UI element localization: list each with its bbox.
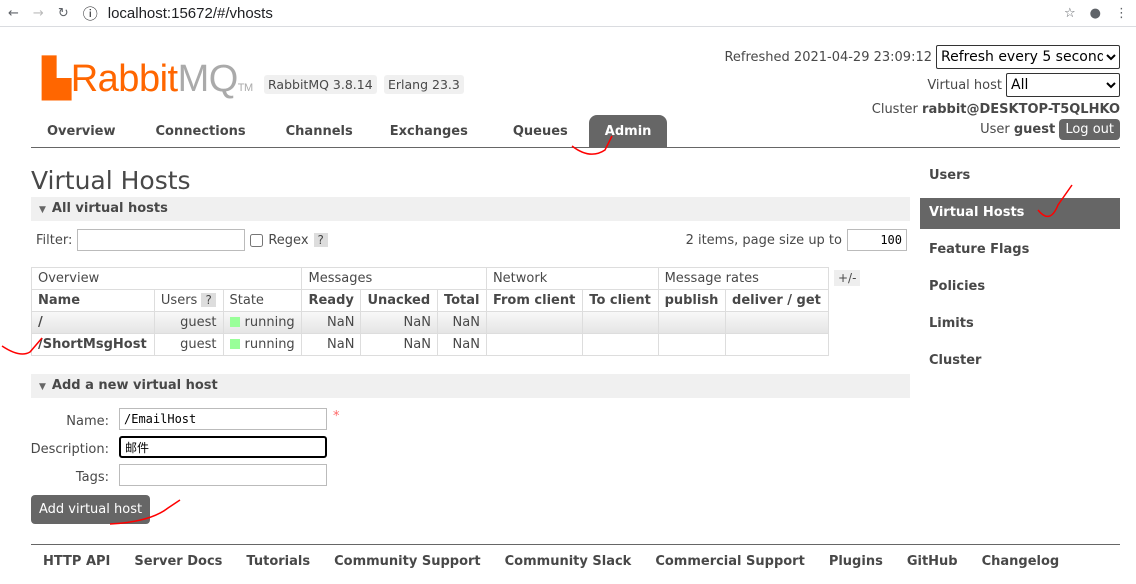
name-input[interactable] xyxy=(119,408,327,430)
sidebar-item-policies[interactable]: Policies xyxy=(920,272,1120,303)
col-name[interactable]: Name xyxy=(31,289,155,312)
tab-overview[interactable]: Overview xyxy=(31,115,132,147)
tags-input[interactable] xyxy=(119,464,327,486)
users-cell: guest xyxy=(153,311,224,334)
footer-community-slack[interactable]: Community Slack xyxy=(493,554,644,569)
col-state: State xyxy=(222,289,303,312)
filter-label: Filter: xyxy=(36,232,73,248)
columns-toggle-button[interactable]: +/- xyxy=(834,270,861,286)
col-to-client[interactable]: To client xyxy=(582,289,659,312)
reload-icon[interactable]: ↻ xyxy=(58,6,69,21)
running-indicator-icon xyxy=(229,317,240,327)
col-ready[interactable]: Ready xyxy=(301,289,362,312)
col-from-client[interactable]: From client xyxy=(485,289,584,312)
vhost-select[interactable]: All xyxy=(1006,73,1120,97)
ready-cell: NaN xyxy=(301,333,362,356)
collapse-triangle-icon: ▼ xyxy=(39,205,46,215)
version-badge: RabbitMQ 3.8.14 xyxy=(264,75,377,94)
sidebar-item-feature-flags[interactable]: Feature Flags xyxy=(920,235,1120,266)
regex-label: Regex xyxy=(268,232,309,248)
table-row[interactable]: /ShortMsgHost guest running NaN NaN NaN xyxy=(31,333,829,356)
url-text[interactable]: localhost:15672/#/vhosts xyxy=(108,5,273,22)
vhost-link[interactable]: / xyxy=(38,315,43,330)
regex-help[interactable]: ? xyxy=(313,233,328,247)
unacked-cell: NaN xyxy=(360,333,438,356)
star-icon[interactable]: ☆ xyxy=(1064,6,1076,21)
all-vhosts-section-header[interactable]: ▼ All virtual hosts xyxy=(31,197,910,221)
users-help[interactable]: ? xyxy=(201,293,216,307)
total-cell: NaN xyxy=(436,333,487,356)
tab-connections[interactable]: Connections xyxy=(140,115,262,147)
sidebar-item-cluster[interactable]: Cluster xyxy=(920,346,1120,377)
rabbitmq-logo: ▙RabbitMQTM xyxy=(42,58,253,100)
tab-admin[interactable]: Admin xyxy=(588,115,668,147)
vhosts-table: Overview Messages Network Message rates … xyxy=(30,267,830,356)
tab-exchanges[interactable]: Exchanges xyxy=(374,115,484,147)
page-size-input[interactable] xyxy=(847,229,907,251)
footer-http-api[interactable]: HTTP API xyxy=(31,554,122,569)
col-unacked[interactable]: Unacked xyxy=(360,289,438,312)
group-overview: Overview xyxy=(30,267,303,290)
footer-community-support[interactable]: Community Support xyxy=(322,554,493,569)
menu-icon[interactable]: ⋮ xyxy=(1115,6,1128,21)
footer-commercial-support[interactable]: Commercial Support xyxy=(643,554,817,569)
add-vhost-button[interactable]: Add virtual host xyxy=(31,495,151,524)
sidebar-item-virtual-hosts[interactable]: Virtual Hosts xyxy=(920,198,1120,229)
sidebar-item-users[interactable]: Users xyxy=(920,161,1120,192)
filter-input[interactable] xyxy=(77,229,246,251)
unacked-cell: NaN xyxy=(360,311,438,334)
tab-channels[interactable]: Channels xyxy=(270,115,369,147)
ready-cell: NaN xyxy=(301,311,362,334)
table-row[interactable]: / guest running NaN NaN NaN xyxy=(31,311,829,334)
col-users: Users ? xyxy=(153,289,224,312)
footer-changelog[interactable]: Changelog xyxy=(970,554,1072,569)
col-publish[interactable]: publish xyxy=(657,289,727,312)
erlang-badge: Erlang 23.3 xyxy=(384,75,464,94)
back-icon[interactable]: ← xyxy=(8,6,19,21)
footer-links: HTTP API Server Docs Tutorials Community… xyxy=(31,544,1120,569)
address-bar[interactable]: ⓘ localhost:15672/#/vhosts xyxy=(83,3,1050,24)
col-total[interactable]: Total xyxy=(436,289,487,312)
footer-github[interactable]: GitHub xyxy=(895,554,970,569)
admin-sidebar: Users Virtual Hosts Feature Flags Polici… xyxy=(920,161,1120,383)
items-count-text: 2 items, page size up to xyxy=(685,232,842,248)
group-messages: Messages xyxy=(301,267,487,290)
name-label: Name: xyxy=(66,414,109,429)
info-icon: ⓘ xyxy=(82,5,98,23)
running-indicator-icon xyxy=(229,339,240,349)
sidebar-item-limits[interactable]: Limits xyxy=(920,309,1120,340)
vhost-link[interactable]: /ShortMsgHost xyxy=(38,337,147,352)
collapse-triangle-icon: ▼ xyxy=(39,382,46,392)
col-deliver-get[interactable]: deliver / get xyxy=(725,289,829,312)
total-cell: NaN xyxy=(436,311,487,334)
regex-checkbox[interactable] xyxy=(250,233,264,247)
footer-tutorials[interactable]: Tutorials xyxy=(234,554,322,569)
forward-icon[interactable]: → xyxy=(33,6,44,21)
tags-label: Tags: xyxy=(75,470,109,485)
footer-server-docs[interactable]: Server Docs xyxy=(122,554,234,569)
refresh-select[interactable]: Refresh every 5 seconds xyxy=(936,45,1120,69)
description-label: Description: xyxy=(30,442,109,457)
description-input[interactable] xyxy=(119,436,327,458)
state-cell: running xyxy=(222,333,303,356)
page-title: Virtual Hosts xyxy=(31,166,191,195)
state-cell: running xyxy=(222,311,303,334)
refreshed-text: Refreshed 2021-04-29 23:09:12 xyxy=(724,49,932,65)
vhost-label: Virtual host xyxy=(927,77,1002,93)
main-tabs: Overview Connections Channels Exchanges … xyxy=(31,115,1120,148)
footer-plugins[interactable]: Plugins xyxy=(817,554,895,569)
group-message-rates: Message rates xyxy=(657,267,830,290)
users-cell: guest xyxy=(153,333,224,356)
profile-icon[interactable]: ● xyxy=(1090,6,1101,21)
tab-queues[interactable]: Queues xyxy=(497,115,584,147)
browser-toolbar: ← → ↻ ⓘ localhost:15672/#/vhosts ☆ ● ⋮ xyxy=(0,0,1136,27)
required-marker: * xyxy=(333,409,340,424)
add-vhost-section-header[interactable]: ▼ Add a new virtual host xyxy=(31,374,910,398)
group-network: Network xyxy=(485,267,659,290)
